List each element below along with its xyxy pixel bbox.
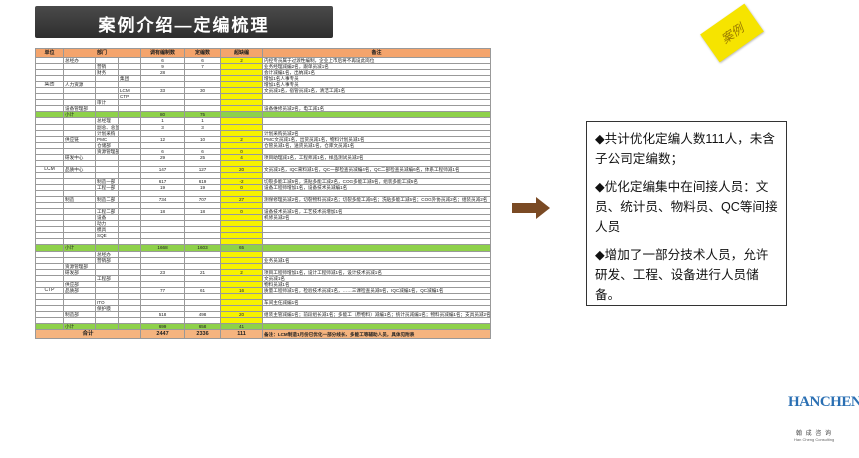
stamp-text: 案例 [718,20,747,47]
total-diff: 111 [220,329,264,340]
cell-dept-level2: 副总、总监 [95,123,119,131]
company-logo: HANCHENG 翰 成 咨 询 Han Cheng Consulting [784,392,859,454]
summary-bullet-2: ◆优化定编集中在间接人员：文员、统计员、物料员、QC等间接人员 [595,180,778,234]
right-arrow-icon [512,197,550,219]
cell-note: 测保修理员减2名，切裂物料员减2名；切裂多能工减5名；洗贴多能工减5名；COG外… [262,196,492,204]
title-bar: 案例介绍—定编梳理 [35,6,333,38]
header-diff: 超缺编 [220,48,264,58]
summary-bullet-3: ◆增加了一部分技术人员，允许研发、工程、设备进行人员储备。 [595,248,769,302]
cell-dept-level2: 工程二部 [95,208,119,216]
cell-note: 文员减1名，IQC来料减1名，QC一部检查员减编4名，QC二部检查员减编6名，体… [262,165,492,173]
table-body: 总经办 6 6 2 内控专员属于过渡性编制，企业上市后将不再设此岗位 营销 9 7 业务经理减编… [35,56,492,331]
table-header-row: 单位 部门 调有编制数 定编数 超缺编 备注 [35,48,492,58]
total-quota: 2336 [184,329,222,340]
total-row: 合计 2447 2336 111 备注：LCM制造1月份已优化一部分线长、多能工… [34,329,492,340]
summary-bullet-1: ◆共计优化定编人数111人，未含子公司定编数； [595,132,775,166]
total-current: 2447 [140,329,186,340]
page-title: 案例介绍—定编梳理 [98,16,270,35]
total-label: 合计 [34,329,142,340]
case-stamp: 案例 [700,3,764,63]
cell-dept-level2: 工程一部 [95,183,119,192]
cell-dept-level2: 制造二部 [95,196,119,204]
total-note: 备注：LCM制造1月份已优化一部分线长、多能工等辅助人员，具体见附表 [262,329,492,340]
header-unit: 单位 [35,48,64,58]
logo-chinese-name: 翰 成 咨 询 [796,431,833,437]
header-quota: 定编数 [184,48,222,58]
cell-dept-level2: 计划采购 [95,129,119,137]
logo-mark: HANCHENG [788,394,859,410]
staffing-table: 单位 部门 调有编制数 定编数 超缺编 备注 总经办 6 6 2 内控专员属于过渡性编制… [34,48,492,340]
header-current: 调有编制数 [140,48,186,58]
header-note: 备注 [262,48,492,58]
cell-dept-level2: 制造一部 [95,177,119,185]
summary-box: ◆共计优化定编人数111人，未含子公司定编数； ◆优化定编集中在间接人员：文员、… [586,121,787,306]
staffing-table-container: 单位 部门 调有编制数 定编数 超缺编 备注 总经办 6 6 2 内控专员属于过渡性编制… [34,48,492,443]
cell-dept-level2: 资源管理部 [95,147,119,155]
header-department: 部门 [62,48,142,58]
cell-note: 组装主管减编1名；前段组长减1名；多能工（原物料）减编1名；统计员减编1名；物料… [262,310,492,319]
logo-english-name: Han Cheng Consulting [794,437,835,442]
